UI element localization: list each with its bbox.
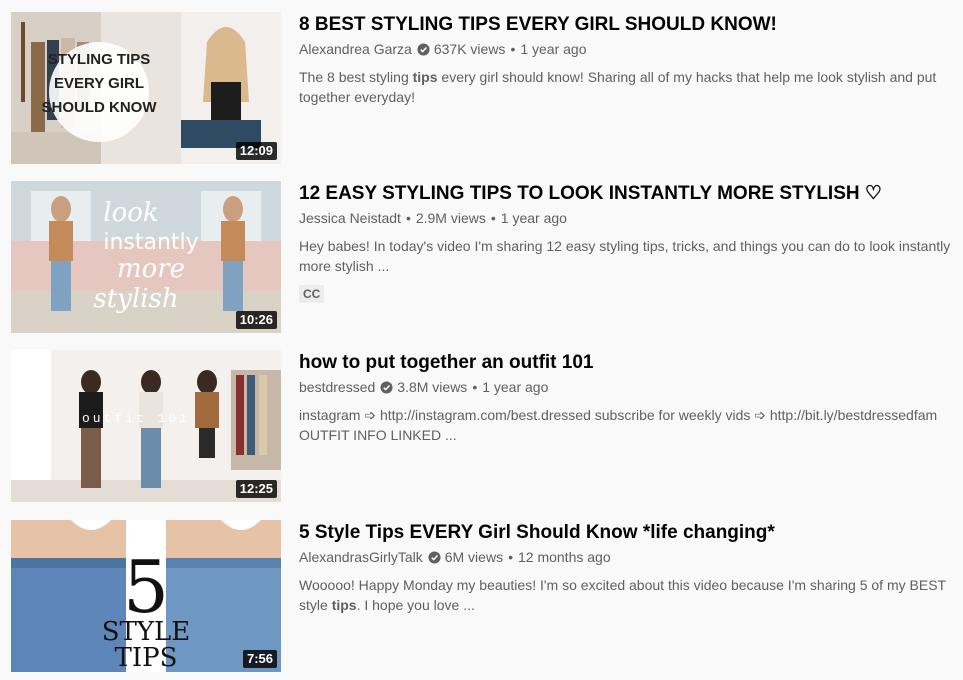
video-description: The 8 best styling tips every girl shoul…: [299, 67, 959, 107]
view-count: 2.9M views: [415, 210, 486, 226]
video-title[interactable]: 12 EASY STYLING TIPS TO LOOK INSTANTLY M…: [299, 181, 959, 207]
video-info: 8 BEST STYLING TIPS EVERY GIRL SHOULD KN…: [299, 12, 959, 107]
upload-age: 12 months ago: [517, 549, 611, 565]
video-thumbnail[interactable]: 5 STYLE TIPS 7:56: [11, 520, 281, 672]
thumbnail-text: TIPS: [115, 643, 178, 672]
video-description: instagram ➩ http://instagram.com/best.dr…: [299, 407, 938, 443]
upload-age: 1 year ago: [520, 41, 587, 57]
view-count: 637K views: [433, 41, 506, 57]
video-duration: 10:26: [235, 311, 277, 329]
separator-dot: •: [508, 549, 513, 565]
video-result[interactable]: look instantly more stylish 10:26 12 EAS…: [0, 181, 963, 333]
verified-check-icon: [380, 380, 393, 394]
thumbnail-text: STYLING TIPS: [48, 51, 151, 68]
video-duration: 12:09: [235, 142, 277, 160]
separator-dot: •: [472, 379, 478, 395]
video-title[interactable]: how to put together an outfit 101: [299, 350, 959, 376]
verified-check-icon: [428, 550, 441, 564]
separator-dot: •: [490, 210, 496, 226]
video-result[interactable]: outfit 101 12:25 how to put together an …: [0, 350, 963, 502]
video-metadata: AlexandrasGirlyTalk 6M views • 12 months…: [299, 547, 959, 567]
video-metadata: Jessica Neistadt • 2.9M views • 1 year a…: [299, 208, 959, 228]
thumbnail-text: look: [103, 198, 158, 228]
separator-dot: •: [405, 210, 411, 226]
thumbnail-text: SHOULD KNOW: [42, 99, 158, 116]
description-text: . I hope you love ...: [356, 597, 475, 613]
verified-check-icon: [417, 42, 430, 56]
upload-age: 1 year ago: [482, 379, 549, 395]
thumbnail-text: EVERY GIRL: [54, 75, 144, 92]
thumbnail-image: 5 STYLE TIPS: [11, 520, 281, 672]
video-duration: 12:25: [235, 480, 277, 498]
video-title[interactable]: 5 Style Tips EVERY Girl Should Know *lif…: [299, 520, 959, 546]
video-info: 12 EASY STYLING TIPS TO LOOK INSTANTLY M…: [299, 181, 959, 303]
separator-dot: •: [510, 41, 516, 57]
video-description: Hey babes! In today's video I'm sharing …: [299, 238, 951, 274]
video-metadata: bestdressed 3.8M views • 1 year ago: [299, 377, 959, 397]
thumbnail-text: more: [117, 254, 185, 284]
video-thumbnail[interactable]: outfit 101 12:25: [11, 350, 281, 502]
closed-captions-badge: CC: [299, 285, 325, 303]
video-thumbnail[interactable]: STYLING TIPS EVERY GIRL SHOULD KNOW 12:0…: [11, 12, 281, 164]
video-description: Wooooo! Happy Monday my beauties! I'm so…: [299, 575, 959, 615]
channel-name[interactable]: bestdressed: [299, 377, 375, 397]
search-results-list: STYLING TIPS EVERY GIRL SHOULD KNOW 12:0…: [0, 0, 963, 680]
view-count: 6M views: [444, 549, 504, 565]
thumbnail-text: instantly: [103, 230, 198, 255]
channel-name[interactable]: Jessica Neistadt: [299, 208, 401, 228]
video-metadata: Alexandrea Garza 637K views • 1 year ago: [299, 39, 959, 59]
video-title[interactable]: 8 BEST STYLING TIPS EVERY GIRL SHOULD KN…: [299, 12, 959, 38]
video-thumbnail[interactable]: look instantly more stylish 10:26: [11, 181, 281, 333]
upload-age: 1 year ago: [500, 210, 567, 226]
video-duration: 7:56: [242, 650, 277, 668]
video-info: how to put together an outfit 101 bestdr…: [299, 350, 959, 445]
channel-name[interactable]: Alexandrea Garza: [299, 39, 412, 59]
video-result[interactable]: 5 STYLE TIPS 7:56 5 Style Tips EVERY Gir…: [0, 520, 963, 672]
thumbnail-text: outfit 101: [82, 411, 190, 426]
description-highlight: tips: [331, 597, 357, 613]
description-highlight: tips: [412, 69, 438, 85]
video-result[interactable]: STYLING TIPS EVERY GIRL SHOULD KNOW 12:0…: [0, 12, 963, 164]
video-info: 5 Style Tips EVERY Girl Should Know *lif…: [299, 520, 959, 615]
description-text: The 8 best styling: [299, 69, 413, 85]
channel-name[interactable]: AlexandrasGirlyTalk: [299, 547, 423, 567]
view-count: 3.8M views: [397, 379, 468, 395]
thumbnail-text: stylish: [93, 284, 178, 314]
